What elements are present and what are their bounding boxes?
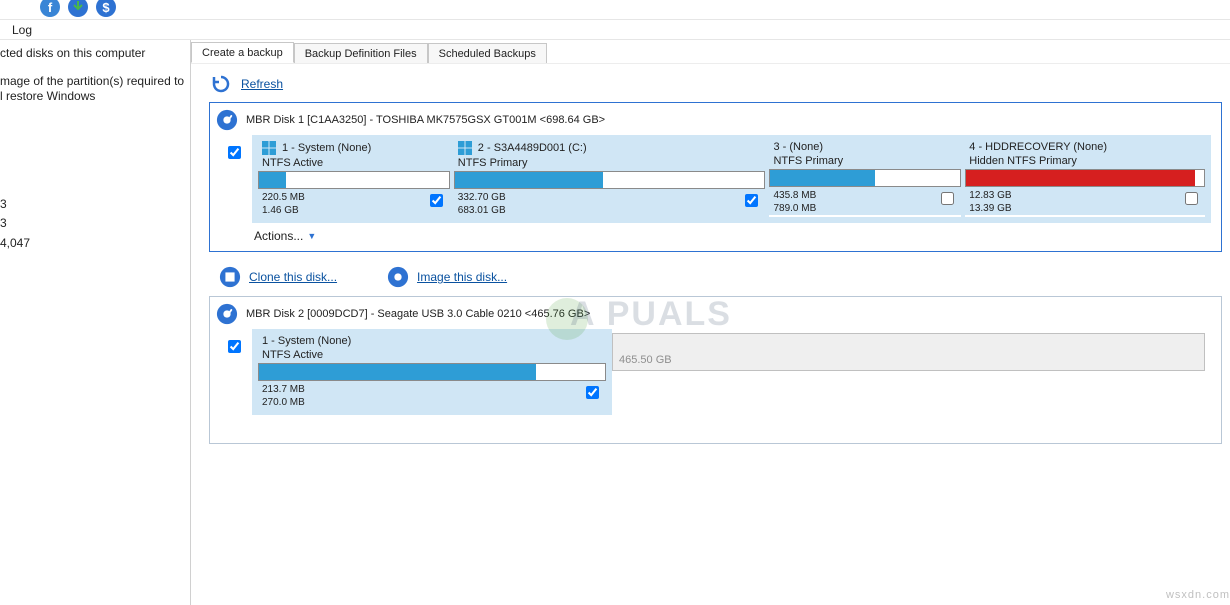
usage-bar bbox=[258, 171, 450, 189]
main-panel: Create a backup Backup Definition Files … bbox=[190, 40, 1230, 605]
usage-bar bbox=[965, 169, 1205, 187]
partition-2[interactable]: 2 - S3A4489D001 (C:) NTFS Primary 332.70… bbox=[454, 139, 766, 217]
refresh-icon[interactable] bbox=[211, 74, 231, 94]
image-disk-link[interactable]: Image this disk... bbox=[417, 270, 507, 284]
partition-type: NTFS Primary bbox=[454, 157, 766, 171]
harddisk-icon bbox=[216, 303, 238, 325]
used-size: 12.83 GB bbox=[969, 189, 1011, 202]
used-size: 220.5 MB bbox=[262, 191, 305, 204]
partition-checkbox[interactable] bbox=[586, 386, 599, 399]
partition-checkbox[interactable] bbox=[1185, 192, 1198, 205]
tab-create-backup[interactable]: Create a backup bbox=[191, 42, 294, 63]
dollar-icon: $ bbox=[96, 0, 116, 17]
facebook-icon: f bbox=[40, 0, 60, 17]
watermark-credit: wsxdn.com bbox=[1166, 589, 1230, 601]
usage-bar bbox=[769, 169, 961, 187]
total-size: 270.0 MB bbox=[262, 396, 305, 409]
partition-label: 3 - (None) bbox=[773, 141, 823, 153]
partition-4[interactable]: 4 - HDDRECOVERY (None) Hidden NTFS Prima… bbox=[965, 139, 1205, 217]
svg-text:$: $ bbox=[102, 0, 110, 15]
disk2-header: MBR Disk 2 [0009DCD7] - Seagate USB 3.0 … bbox=[210, 297, 1221, 329]
used-size: 332.70 GB bbox=[458, 191, 506, 204]
partition-type: Hidden NTFS Primary bbox=[965, 155, 1205, 169]
disk2-checkbox[interactable] bbox=[228, 340, 241, 353]
partition-type: NTFS Active bbox=[258, 349, 606, 363]
sidebar-fragment-2: 3 bbox=[0, 216, 186, 232]
total-size: 13.39 GB bbox=[969, 202, 1011, 215]
content: Refresh MBR Disk 1 [C1AA3250] - TOSHIBA … bbox=[191, 64, 1230, 444]
sidebar-fragment-3: 4,047 bbox=[0, 236, 186, 252]
toolbar: Log bbox=[0, 20, 1230, 40]
usage-bar bbox=[454, 171, 766, 189]
clone-disk-link[interactable]: Clone this disk... bbox=[249, 270, 337, 284]
partition-1[interactable]: 1 - System (None) NTFS Active 213.7 MB27… bbox=[258, 333, 606, 409]
used-size: 213.7 MB bbox=[262, 383, 305, 396]
disk1-header: MBR Disk 1 [C1AA3250] - TOSHIBA MK7575GS… bbox=[210, 103, 1221, 135]
tab-scheduled-backups[interactable]: Scheduled Backups bbox=[428, 43, 547, 63]
partition-checkbox[interactable] bbox=[941, 192, 954, 205]
partition-type: NTFS Active bbox=[258, 157, 450, 171]
disk-panel-2: MBR Disk 2 [0009DCD7] - Seagate USB 3.0 … bbox=[209, 296, 1222, 444]
log-button[interactable]: Log bbox=[12, 23, 32, 37]
partition-label: 1 - System (None) bbox=[282, 142, 371, 154]
disk2-title: MBR Disk 2 [0009DCD7] - Seagate USB 3.0 … bbox=[246, 308, 590, 320]
partition-label: 2 - S3A4489D001 (C:) bbox=[478, 142, 587, 154]
actions-dropdown[interactable]: Actions... bbox=[254, 229, 303, 243]
partition-label: 4 - HDDRECOVERY (None) bbox=[969, 141, 1107, 153]
partition-type: NTFS Primary bbox=[769, 155, 961, 169]
partition-3[interactable]: 3 - (None) NTFS Primary 435.8 MB789.0 MB bbox=[769, 139, 961, 217]
unallocated-size: 465.50 GB bbox=[619, 354, 672, 366]
tab-bar: Create a backup Backup Definition Files … bbox=[191, 40, 1230, 64]
refresh-link[interactable]: Refresh bbox=[241, 77, 283, 91]
disk-links: Clone this disk... Image this disk... bbox=[209, 260, 1222, 296]
total-size: 789.0 MB bbox=[773, 202, 816, 215]
total-size: 1.46 GB bbox=[262, 204, 305, 217]
image-disk-icon bbox=[387, 266, 409, 288]
disk1-title: MBR Disk 1 [C1AA3250] - TOSHIBA MK7575GS… bbox=[246, 114, 605, 126]
disk1-checkbox[interactable] bbox=[228, 146, 241, 159]
left-sidebar: cted disks on this computer mage of the … bbox=[0, 40, 190, 258]
top-strip: f $ bbox=[0, 0, 1230, 20]
clone-disk-icon bbox=[219, 266, 241, 288]
chevron-down-icon: ▼ bbox=[307, 231, 316, 241]
tab-definition-files[interactable]: Backup Definition Files bbox=[294, 43, 428, 63]
partition-1[interactable]: 1 - System (None) NTFS Active 220.5 MB1.… bbox=[258, 139, 450, 217]
harddisk-icon bbox=[216, 109, 238, 131]
partition-checkbox[interactable] bbox=[745, 194, 758, 207]
total-size: 683.01 GB bbox=[458, 204, 506, 217]
disk1-partitions: 1 - System (None) NTFS Active 220.5 MB1.… bbox=[252, 135, 1211, 223]
sidebar-text-1: cted disks on this computer bbox=[0, 46, 186, 62]
unallocated-block: 465.50 GB bbox=[612, 333, 1205, 371]
sidebar-fragment-1: 3 bbox=[0, 197, 186, 213]
partition-checkbox[interactable] bbox=[430, 194, 443, 207]
used-size: 435.8 MB bbox=[773, 189, 816, 202]
partition-label: 1 - System (None) bbox=[262, 335, 351, 347]
windows-icon bbox=[262, 141, 276, 155]
sidebar-text-2: mage of the partition(s) required to l r… bbox=[0, 74, 186, 105]
toolbar-icons: f $ bbox=[40, 0, 116, 17]
globe-download-icon bbox=[68, 0, 88, 17]
usage-bar bbox=[258, 363, 606, 381]
windows-icon bbox=[458, 141, 472, 155]
disk-panel-1: MBR Disk 1 [C1AA3250] - TOSHIBA MK7575GS… bbox=[209, 102, 1222, 252]
svg-text:f: f bbox=[48, 0, 53, 15]
refresh-row: Refresh bbox=[211, 74, 1222, 94]
